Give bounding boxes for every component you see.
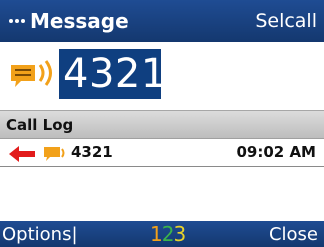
log-entry-number: 4321 [71,143,113,161]
input-mode-indicator: 123 [150,222,186,246]
input-mode-digit-1: 1 [150,222,163,246]
dots-indicator-icon [9,17,27,25]
selcall-label[interactable]: Selcall [255,9,317,33]
message-envelope-icon [11,60,52,87]
input-mode-digit-3: 3 [173,222,186,246]
message-icon [44,147,65,161]
input-mode-digit-2: 2 [161,222,175,246]
screen-title: Message [30,9,129,33]
options-softkey[interactable]: Options| [2,223,78,247]
call-log-title: Call Log [6,116,74,134]
log-entry-time: 09:02 AM [236,143,316,161]
number-entry-row: 4321 [0,42,324,108]
softkey-bar: Options| 123 Close [0,221,324,247]
outgoing-arrow-icon [9,146,35,162]
close-softkey[interactable]: Close [269,223,318,247]
number-input[interactable]: 4321 [59,49,166,99]
call-log-header: Call Log [0,110,324,139]
call-log-entry[interactable]: 4321 09:02 AM [0,139,324,167]
title-bar: Message Selcall [0,0,324,42]
